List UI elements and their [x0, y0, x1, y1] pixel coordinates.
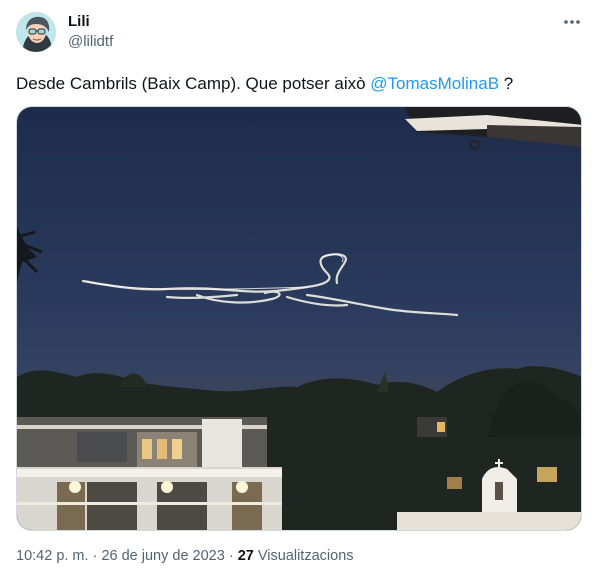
more-horizontal-icon: [564, 20, 580, 24]
tweet-time[interactable]: 10:42 p. m.: [16, 548, 89, 564]
user-handle[interactable]: @lilidtf: [68, 33, 113, 51]
tweet-text-body: Desde Cambrils (Baix Camp). Que potser a…: [16, 74, 371, 93]
views-label: Visualitzacions: [257, 548, 354, 564]
meta-separator: ·: [228, 548, 238, 564]
tweet-date[interactable]: 26 de juny de 2023: [101, 548, 224, 564]
views-count: 27: [237, 548, 254, 564]
avatar-illustration: [16, 12, 56, 52]
tweet-meta: 10:42 p. m. · 26 de juny de 2023 · 27 Vi…: [16, 547, 354, 565]
photo-night-sky-scene: [17, 107, 581, 530]
tweet-text-end: ?: [499, 74, 514, 93]
tweet-card: Lili @lilidtf Desde Cambrils (Baix Camp)…: [0, 0, 598, 575]
tweet-photo[interactable]: [16, 106, 582, 531]
avatar[interactable]: [16, 12, 56, 52]
mention-link[interactable]: @TomasMolinaB: [370, 74, 499, 93]
tweet-text: Desde Cambrils (Baix Camp). Que potser a…: [16, 73, 582, 95]
display-name[interactable]: Lili: [68, 13, 90, 31]
more-options-button[interactable]: [558, 12, 586, 32]
